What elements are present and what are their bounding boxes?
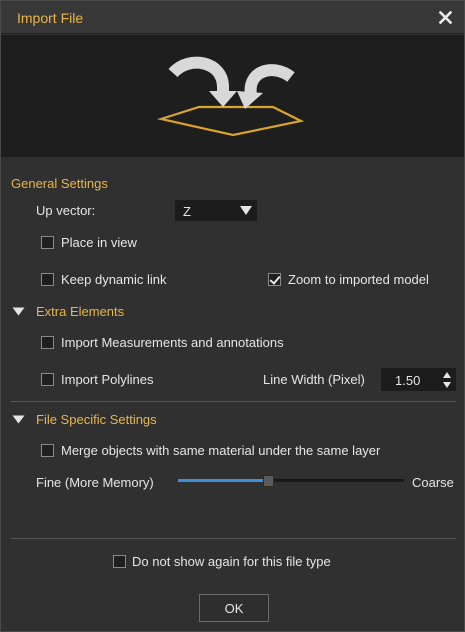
import-polylines-checkbox[interactable] [41,373,54,386]
do-not-show-again-checkbox[interactable] [113,555,126,568]
slider-fine-label: Fine (More Memory) [36,475,154,490]
close-icon [438,10,452,24]
memory-slider-track[interactable] [178,479,404,482]
memory-slider-handle[interactable] [262,475,274,487]
line-width-spinbox[interactable]: 1.50 [381,368,456,391]
line-width-label: Line Width (Pixel) [263,372,365,387]
extra-elements-title: Extra Elements [36,304,125,319]
footer-divider [11,538,456,539]
file-specific-settings-title: File Specific Settings [36,412,157,427]
zoom-to-imported-model-checkbox[interactable] [268,273,281,286]
import-file-dialog: Import File General Settings Up vector: … [0,0,465,632]
merge-objects-checkbox[interactable] [41,444,54,457]
import-measurements-label: Import Measurements and annotations [61,335,284,350]
general-settings-title: General Settings [11,176,108,191]
ok-button[interactable]: OK [199,594,269,622]
import-arrows-plane-icon [156,56,305,137]
import-banner [1,35,464,157]
zoom-to-imported-model-label: Zoom to imported model [288,272,429,287]
close-button[interactable] [434,6,456,28]
place-in-view-checkbox[interactable] [41,236,54,249]
merge-objects-label: Merge objects with same material under t… [61,443,381,458]
collapse-triangle-icon[interactable] [12,307,25,316]
do-not-show-again-label: Do not show again for this file type [132,554,331,569]
collapse-triangle-icon[interactable] [12,415,25,424]
dialog-title: Import File [17,10,84,26]
up-vector-value: Z [183,204,191,219]
chevron-down-icon [240,206,252,215]
import-measurements-checkbox[interactable] [41,336,54,349]
keep-dynamic-link-checkbox[interactable] [41,273,54,286]
title-bar: Import File [1,1,464,34]
spin-arrows-icon[interactable] [442,370,452,390]
section-divider [11,401,456,402]
slider-coarse-label: Coarse [412,475,454,490]
line-width-value: 1.50 [395,373,421,388]
keep-dynamic-link-label: Keep dynamic link [61,272,167,287]
up-vector-select[interactable]: Z [175,200,257,221]
up-vector-label: Up vector: [36,203,96,218]
memory-slider-fill [178,479,269,482]
place-in-view-label: Place in view [61,235,137,250]
import-polylines-label: Import Polylines [61,372,154,387]
